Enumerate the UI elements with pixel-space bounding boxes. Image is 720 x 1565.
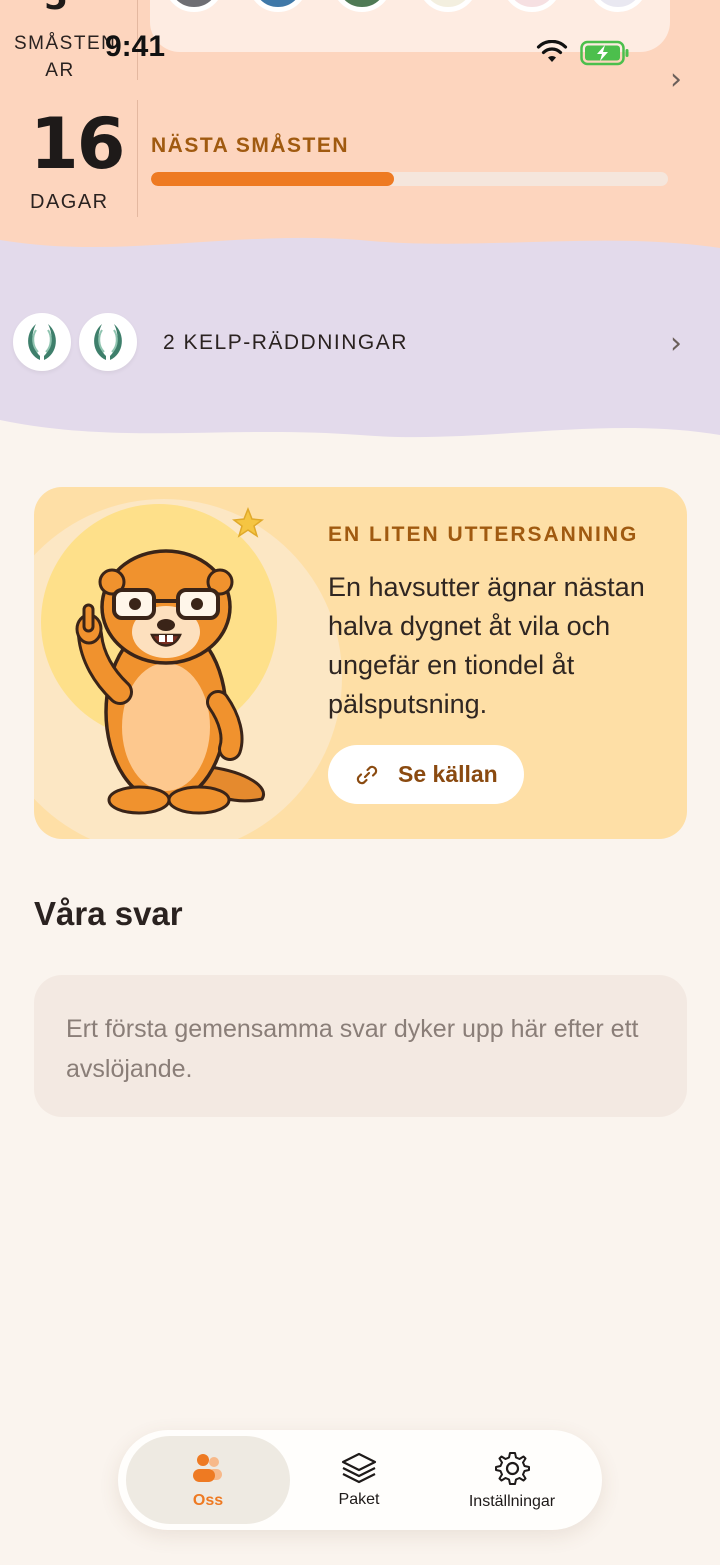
see-source-label: Se källan [398,761,498,787]
layers-icon [341,1452,377,1484]
kelp-label[interactable]: 2 KELP-RÄDDNINGAR [163,331,408,355]
kelp-badge [79,313,137,371]
people-icon [193,1454,222,1482]
answers-title: Våra svar [34,895,183,932]
tab-bar: Oss Paket Inställningar [118,1430,602,1530]
answers-empty-text: Ert första gemensamma svar dyker upp här… [66,1015,639,1083]
tab-installningar[interactable]: Inställningar [436,1436,588,1524]
stone-cream [418,0,478,12]
stones-label: SMÅSTEN AR [14,33,117,81]
next-stone-progress [151,172,668,186]
kelp-wreath-icon [28,324,56,360]
tab-paket[interactable]: Paket [284,1436,434,1524]
days-unit: DAGAR [30,191,109,213]
gear-icon [495,1452,530,1485]
status-time: 9:41 [105,30,166,63]
stone-pink [502,0,562,12]
tab-paket-label: Paket [338,1491,380,1508]
stone-gray [164,0,224,12]
fact-body: En havsutter ägnar nästan halva dygnet å… [328,572,645,719]
see-source-button[interactable]: Se källan [328,745,524,804]
next-stone-label: NÄSTA SMÅSTEN [151,134,349,157]
divider [137,100,138,217]
stones-count: 5 [44,0,68,18]
stone-blue [248,0,308,12]
fact-title: EN LITEN UTTERSANNING [328,523,639,546]
wifi-icon [536,40,568,62]
stones-chevron-icon[interactable]: › [670,62,682,97]
stone-lilac [588,0,648,12]
stone-green [332,0,392,12]
tab-oss-label: Oss [192,1492,224,1509]
progress-fill [151,172,394,186]
tab-oss[interactable]: Oss [126,1436,290,1524]
link-icon [356,765,378,784]
days-count: 16 [30,103,125,185]
kelp-wreath-icon [94,324,122,360]
answers-empty-card: Ert första gemensamma svar dyker upp här… [34,975,687,1117]
battery-charging-icon [580,40,629,66]
kelp-chevron-icon[interactable]: › [670,326,682,361]
kelp-badge [13,313,71,371]
tab-installningar-label: Inställningar [468,1493,556,1510]
